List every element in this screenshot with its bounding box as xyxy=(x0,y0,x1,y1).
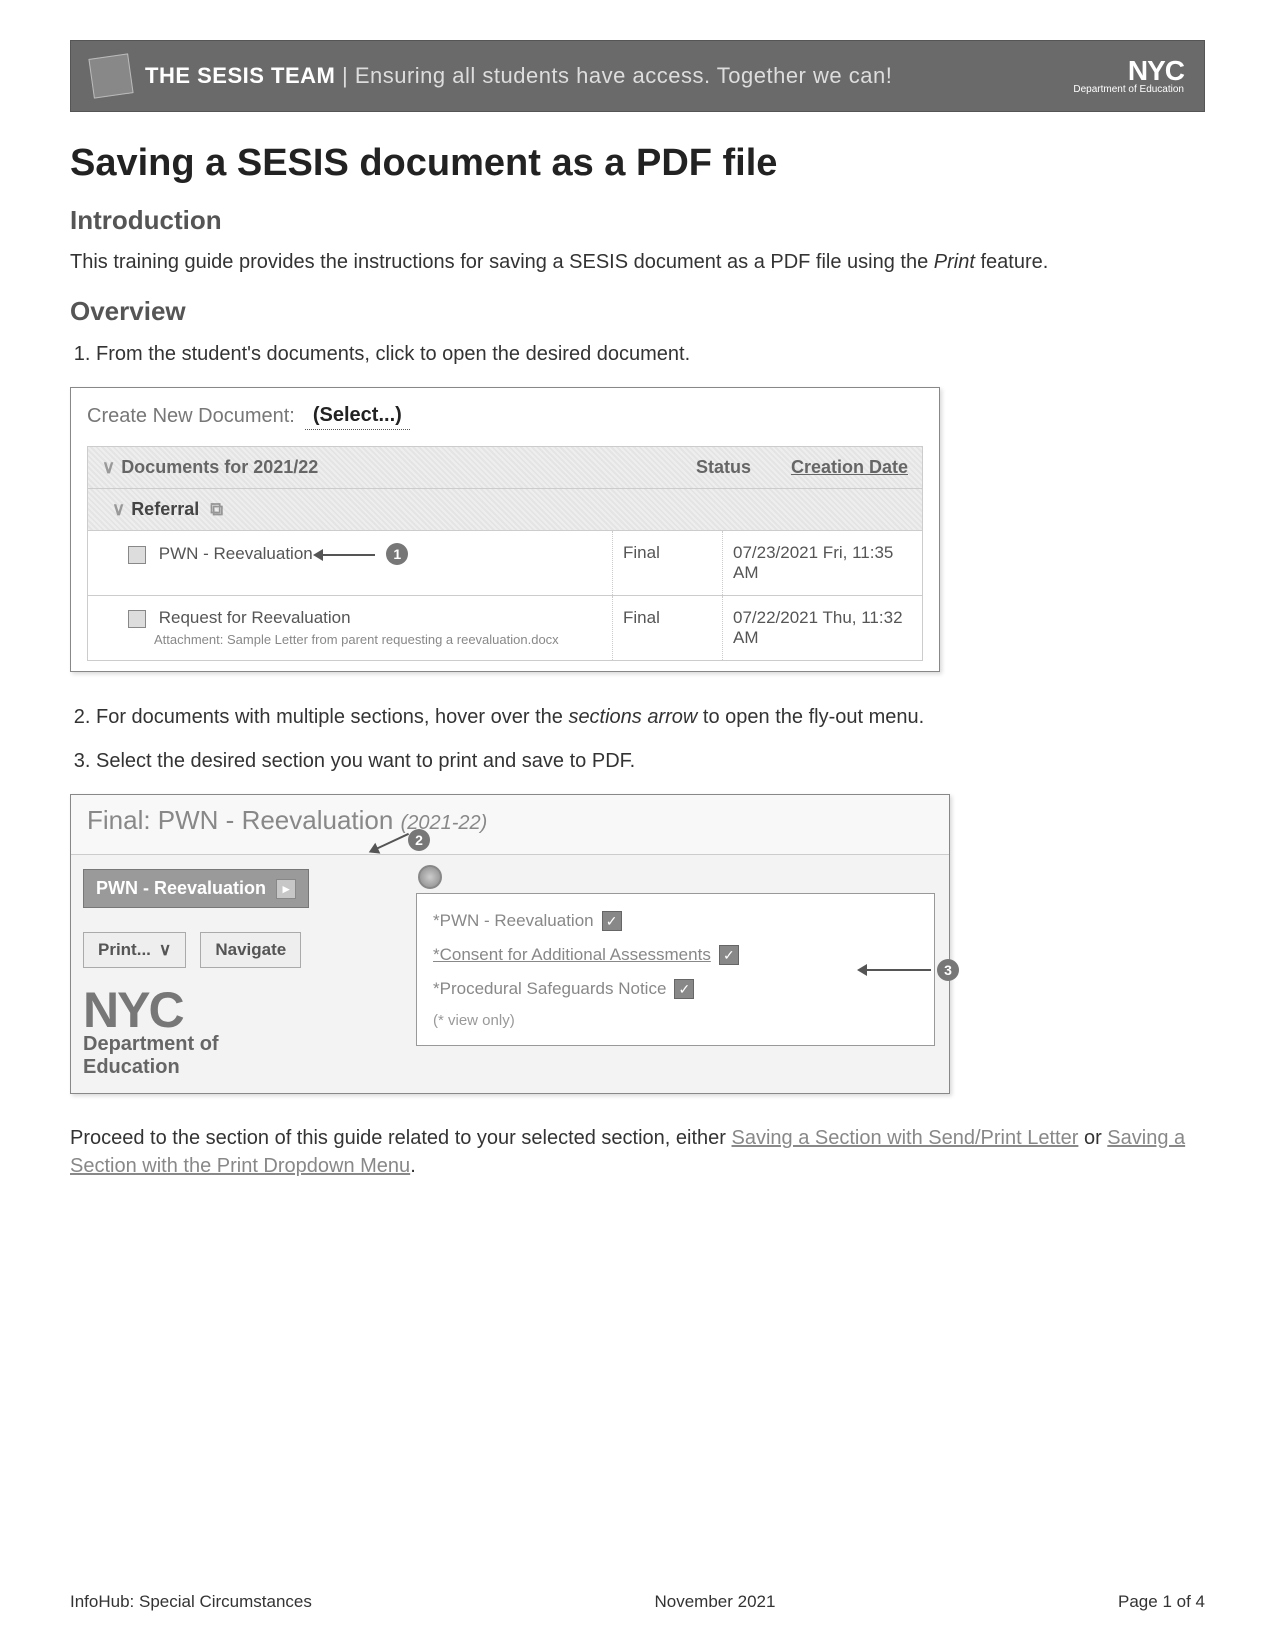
nyc-logo: NYC xyxy=(83,988,404,1033)
navigate-button[interactable]: Navigate xyxy=(200,932,301,968)
flyout-item[interactable]: *PWN - Reevaluation ✓ xyxy=(429,904,922,938)
footer-center: November 2021 xyxy=(654,1592,775,1612)
create-new-row: Create New Document: (Select...) xyxy=(87,402,923,430)
closing-paragraph: Proceed to the section of this guide rel… xyxy=(70,1124,1205,1180)
header-banner: THE SESIS TEAM | Ensuring all students h… xyxy=(70,40,1205,112)
copy-icon: ⧉ xyxy=(210,499,223,519)
banner-team: THE SESIS TEAM xyxy=(145,63,335,88)
step-3: Select the desired section you want to p… xyxy=(96,746,1205,776)
step-2: For documents with multiple sections, ho… xyxy=(96,702,1205,732)
doc-name[interactable]: Request for Reevaluation xyxy=(159,608,351,627)
doc-status: Final xyxy=(612,596,722,660)
doc-date: 07/23/2021 Fri, 11:35 AM xyxy=(722,531,922,595)
nyc-logo-sub: Department of Education xyxy=(1073,85,1184,95)
intro-text-italic: Print xyxy=(934,251,975,273)
arrow-left-icon xyxy=(865,969,931,971)
arrow-diag-icon xyxy=(376,833,409,850)
shot2-left-panel: PWN - Reevaluation ▸ Print... ∨ Navigate… xyxy=(71,855,416,1093)
doc-status: Final xyxy=(612,531,722,595)
flyout-item[interactable]: *Consent for Additional Assessments ✓ xyxy=(429,938,922,972)
flyout-label: *Procedural Safeguards Notice xyxy=(433,979,666,999)
doc-name-cell: Request for Reevaluation Attachment: Sam… xyxy=(88,596,612,660)
check-icon: ✓ xyxy=(674,979,694,999)
section-tab[interactable]: PWN - Reevaluation ▸ xyxy=(83,869,309,908)
print-button[interactable]: Print... ∨ xyxy=(83,932,186,968)
doc-date: 07/22/2021 Thu, 11:32 AM xyxy=(722,596,922,660)
steps-list-2: For documents with multiple sections, ho… xyxy=(96,702,1205,776)
callout-marker-2: 2 xyxy=(408,829,430,851)
sections-arrow-icon[interactable]: ▸ xyxy=(276,879,296,899)
notebook-icon xyxy=(88,53,133,98)
table-header: ∨Documents for 2021/22 Status Creation D… xyxy=(87,446,923,489)
doc-attachment: Attachment: Sample Letter from parent re… xyxy=(128,632,596,647)
subgroup-label: Referral xyxy=(131,499,199,519)
banner-text: THE SESIS TEAM | Ensuring all students h… xyxy=(145,63,892,89)
subgroup-row[interactable]: ∨ Referral ⧉ xyxy=(87,489,923,531)
chevron-down-icon: ∨ xyxy=(159,940,171,960)
steps-list: From the student's documents, click to o… xyxy=(96,339,1205,369)
col-date: Creation Date xyxy=(791,457,908,478)
banner-left: THE SESIS TEAM | Ensuring all students h… xyxy=(91,56,892,96)
banner-logo: NYC Department of Education xyxy=(1073,57,1184,95)
tab-label: PWN - Reevaluation xyxy=(96,878,266,899)
check-icon: ✓ xyxy=(602,911,622,931)
banner-tagline: Ensuring all students have access. Toget… xyxy=(355,63,893,88)
check-icon: ✓ xyxy=(719,945,739,965)
shot2-title-bar: Final: PWN - Reevaluation (2021-22) 2 xyxy=(71,795,949,855)
flyout-label: *Consent for Additional Assessments xyxy=(433,945,711,965)
pushpin-icon[interactable] xyxy=(418,865,442,889)
callout-marker-2-wrap: 2 xyxy=(376,847,430,851)
doc-name-cell: PWN - Reevaluation 1 xyxy=(88,531,612,595)
footer-right: Page 1 of 4 xyxy=(1118,1592,1205,1612)
chevron-down-icon: ∨ xyxy=(102,457,115,477)
dept-line2: Education xyxy=(83,1056,404,1079)
arrow-left-icon xyxy=(321,554,375,556)
flyout-note: (* view only) xyxy=(429,1006,922,1035)
dept-line1: Department of xyxy=(83,1033,404,1056)
document-icon xyxy=(128,610,146,628)
intro-heading: Introduction xyxy=(70,205,1205,236)
col-group[interactable]: ∨Documents for 2021/22 xyxy=(102,457,318,478)
doc-name[interactable]: PWN - Reevaluation xyxy=(159,544,313,563)
shot2-title-text: Final: PWN - Reevaluation xyxy=(87,805,393,835)
link-send-print[interactable]: Saving a Section with Send/Print Letter xyxy=(732,1127,1079,1149)
callout-marker-3: 3 xyxy=(937,959,959,981)
create-select[interactable]: (Select...) xyxy=(305,402,410,430)
flyout-item[interactable]: *Procedural Safeguards Notice ✓ xyxy=(429,972,922,1006)
create-label: Create New Document: xyxy=(87,405,295,428)
table-row[interactable]: PWN - Reevaluation 1 Final 07/23/2021 Fr… xyxy=(87,531,923,596)
shot2-right-panel: *PWN - Reevaluation ✓ *Consent for Addit… xyxy=(416,855,949,1093)
page-footer: InfoHub: Special Circumstances November … xyxy=(70,1592,1205,1612)
nyc-logo-text: NYC xyxy=(1073,57,1184,85)
document-icon xyxy=(128,546,146,564)
screenshot-sections: Final: PWN - Reevaluation (2021-22) 2 PW… xyxy=(70,794,950,1094)
screenshot-documents: Create New Document: (Select...) ∨Docume… xyxy=(70,387,940,672)
page-title: Saving a SESIS document as a PDF file xyxy=(70,142,1205,185)
intro-text-a: This training guide provides the instruc… xyxy=(70,251,934,273)
callout-marker-3-wrap: 3 xyxy=(865,959,959,981)
chevron-down-icon: ∨ xyxy=(112,499,125,519)
shot2-logo: NYC Department of Education xyxy=(83,988,404,1079)
table-row[interactable]: Request for Reevaluation Attachment: Sam… xyxy=(87,596,923,661)
col-status: Status xyxy=(696,457,751,478)
callout-marker-1: 1 xyxy=(386,543,408,565)
intro-text-b: feature. xyxy=(975,251,1048,273)
step-1: From the student's documents, click to o… xyxy=(96,339,1205,369)
flyout-label: *PWN - Reevaluation xyxy=(433,911,594,931)
toolbar: Print... ∨ Navigate xyxy=(83,932,404,968)
footer-left: InfoHub: Special Circumstances xyxy=(70,1592,312,1612)
intro-paragraph: This training guide provides the instruc… xyxy=(70,248,1205,276)
overview-heading: Overview xyxy=(70,296,1205,327)
